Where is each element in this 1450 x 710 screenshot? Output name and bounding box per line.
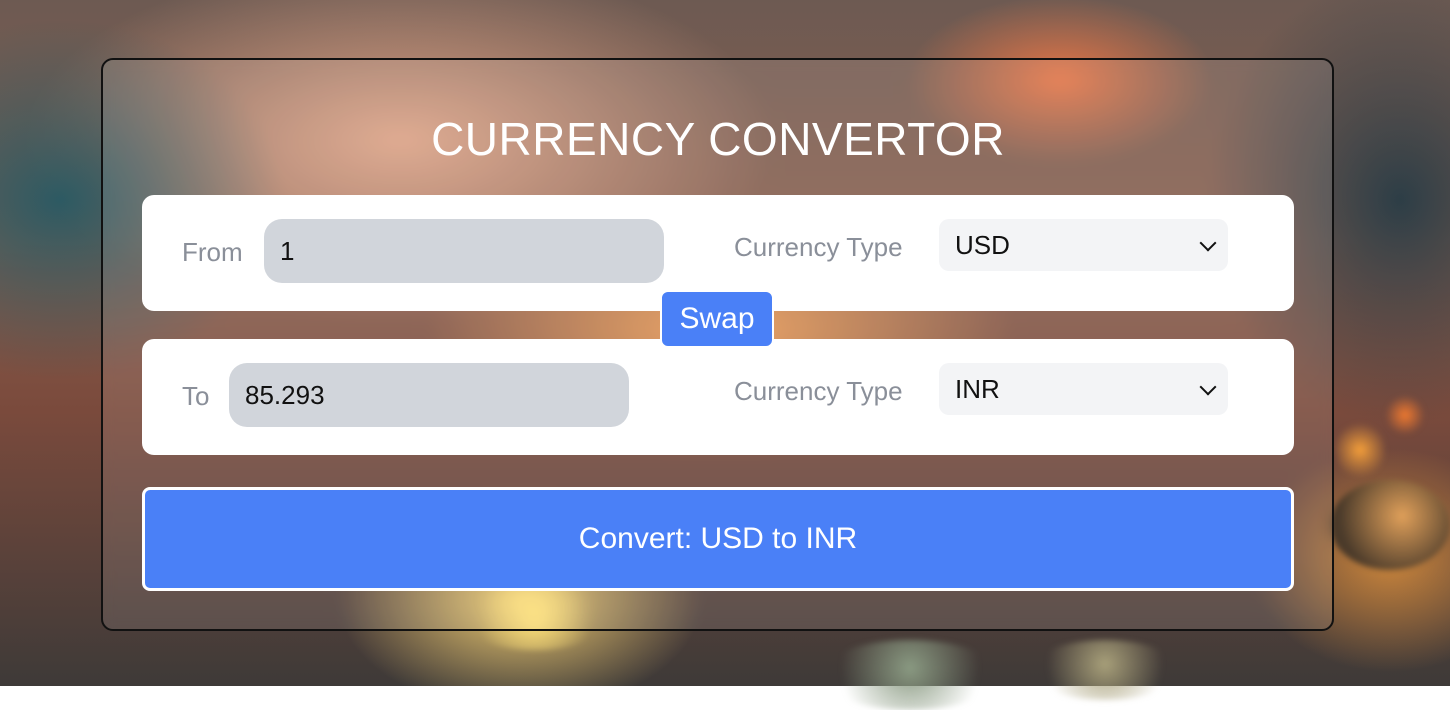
from-amount-input[interactable]: 1 [264, 219, 664, 283]
from-label: From [182, 237, 243, 267]
chevron-down-icon [1199, 234, 1217, 252]
background-bubble [820, 640, 1000, 710]
from-currency-select[interactable]: USD [939, 219, 1228, 271]
to-label: To [182, 381, 210, 411]
background-bubble [1330, 480, 1450, 570]
from-currency-label: Currency Type [734, 232, 903, 262]
to-currency-value: INR [955, 374, 1000, 404]
to-currency-select[interactable]: INR [939, 363, 1228, 415]
background-bubble [1335, 420, 1385, 480]
page-title: CURRENCY CONVERTOR [431, 113, 1005, 165]
to-currency-label: Currency Type [734, 376, 903, 406]
background-bubble [1385, 395, 1425, 435]
from-currency-value: USD [955, 230, 1010, 260]
swap-button[interactable]: Swap [660, 290, 774, 348]
convert-button[interactable]: Convert: USD to INR [142, 487, 1294, 591]
to-panel: To 85.293 Currency Type INR [142, 339, 1294, 455]
background-bubble [1030, 640, 1180, 700]
chevron-down-icon [1199, 378, 1217, 396]
to-amount-input[interactable]: 85.293 [229, 363, 629, 427]
